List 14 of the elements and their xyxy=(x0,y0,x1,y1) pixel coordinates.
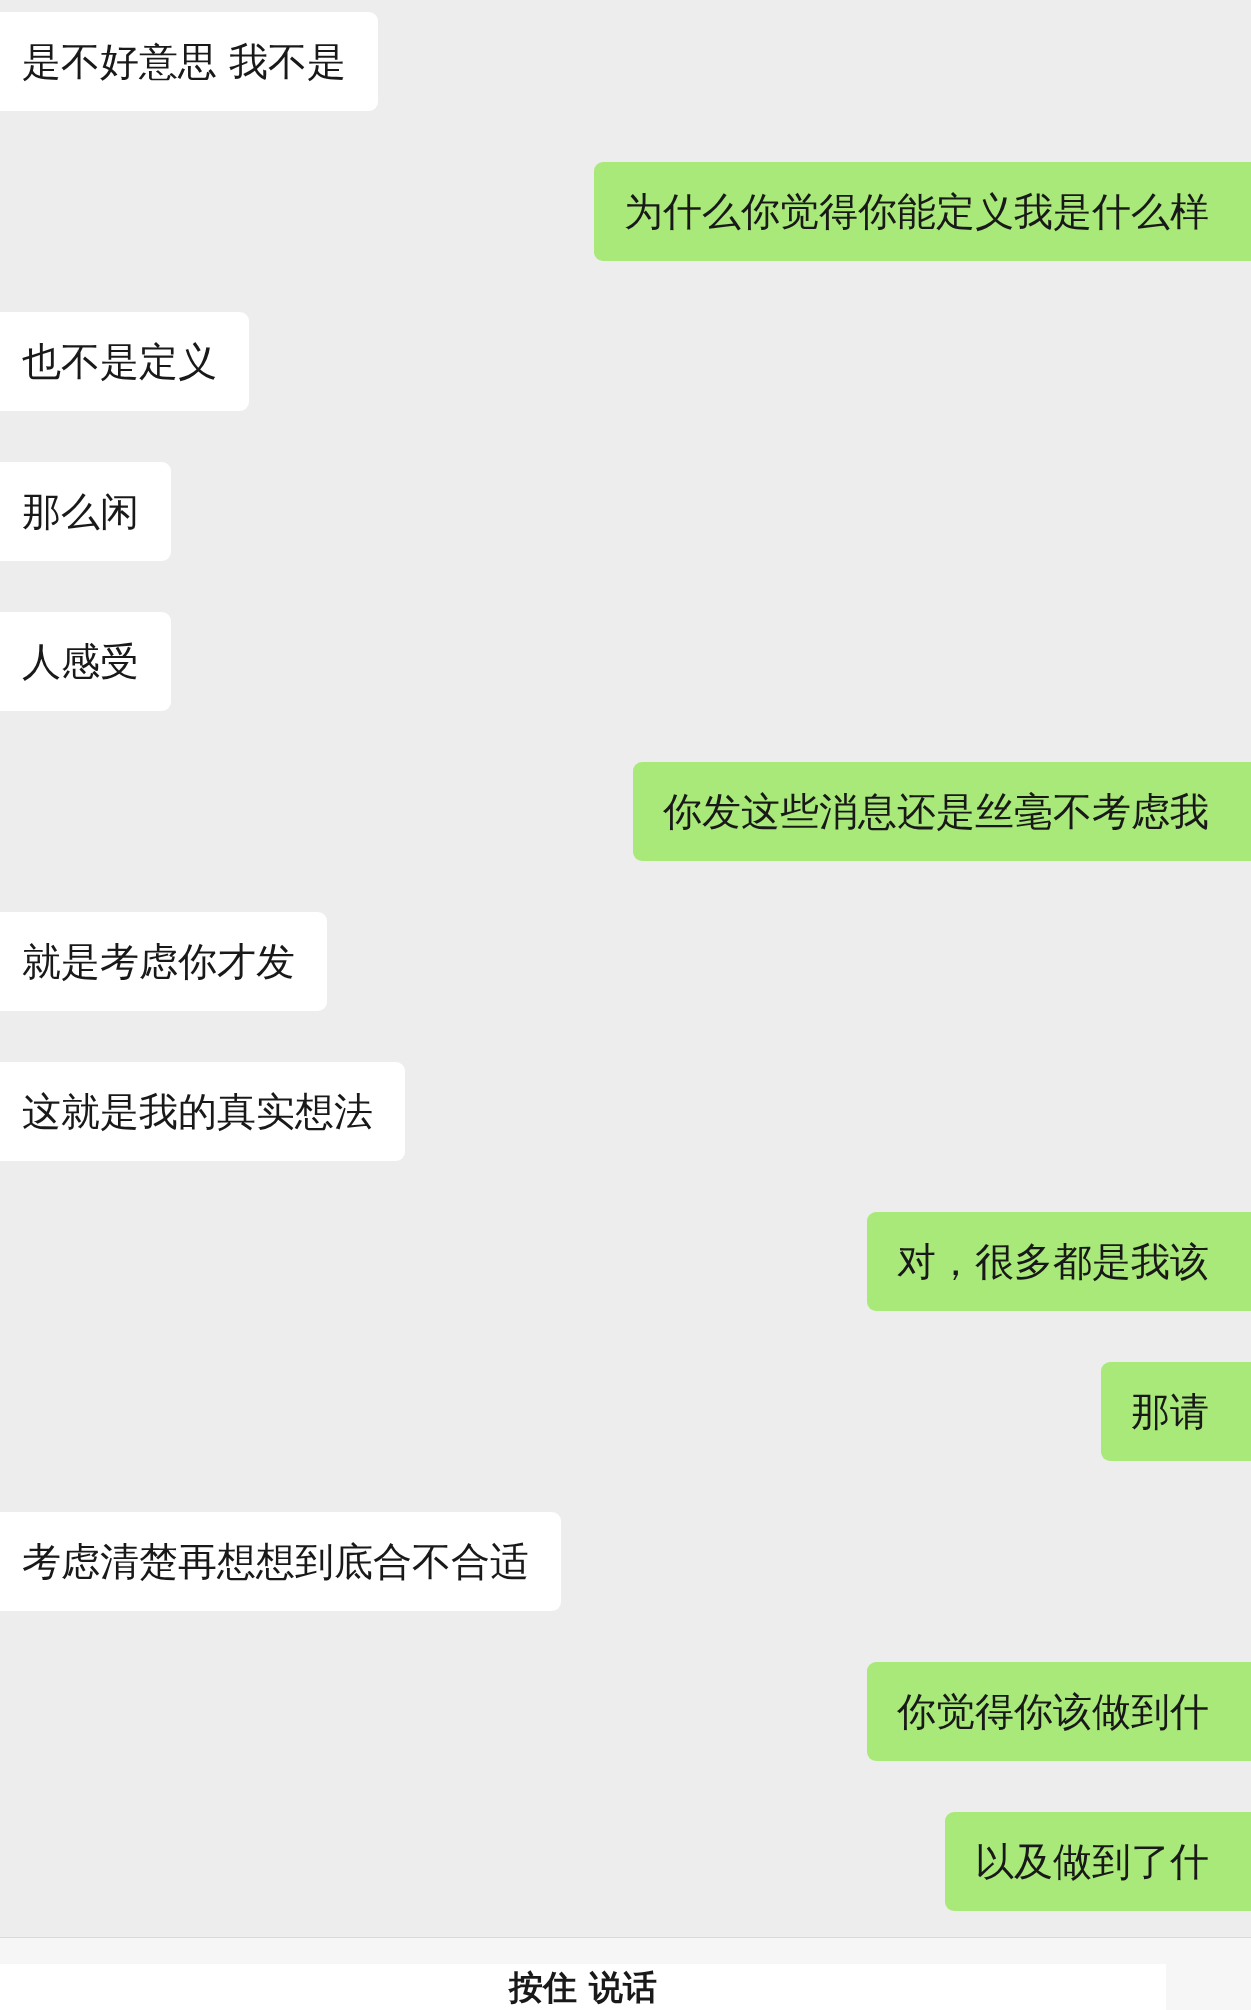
message-bubble: 是不好意思 我不是 xyxy=(0,12,379,111)
message-bubble: 这就是我的真实想法 xyxy=(0,1062,405,1161)
message-bubble: 考虑清楚再想想到底合不合适 xyxy=(0,1512,561,1611)
message-bubble: 对，很多都是我该 xyxy=(867,1212,1251,1311)
message-bubble: 你觉得你该做到什 xyxy=(867,1662,1251,1761)
message-bubble: 你发这些消息还是丝毫不考虑我 xyxy=(633,762,1251,861)
message-bubble: 为什么你觉得你能定义我是什么样 xyxy=(594,162,1251,261)
message-bubble: 人感受 xyxy=(0,612,171,711)
message-bubble: 以及做到了什 xyxy=(945,1812,1251,1911)
message-bubble: 那么闲 xyxy=(0,462,171,561)
message-bubble: 那请 xyxy=(1101,1362,1251,1461)
message-bubble: 也不是定义 xyxy=(0,312,249,411)
hold-to-talk-button[interactable]: 按住 说话 xyxy=(0,1964,1166,2010)
message-bubble: 就是考虑你才发 xyxy=(0,912,327,1011)
